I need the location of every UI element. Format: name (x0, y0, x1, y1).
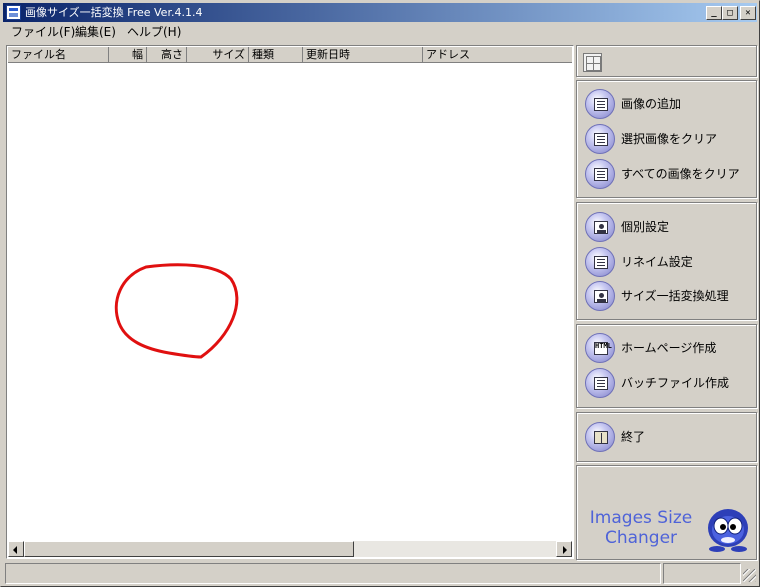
batch-file-icon (585, 368, 615, 398)
rename-settings-button[interactable]: リネイム設定 (585, 247, 753, 277)
horizontal-scrollbar[interactable] (8, 541, 572, 557)
add-image-label: 画像の追加 (621, 97, 682, 111)
add-image-icon (585, 89, 615, 119)
scroll-left-button[interactable] (8, 541, 24, 557)
status-bar (3, 563, 757, 584)
list-header: ファイル名 幅 高さ サイズ 種類 更新日時 アドレス (8, 47, 572, 63)
mascot-icon (708, 509, 748, 552)
minimize-button[interactable]: _ (706, 6, 722, 20)
homepage-create-button[interactable]: HTML ホームページ作成 (585, 333, 753, 363)
add-image-button[interactable]: 画像の追加 (585, 89, 753, 119)
column-address[interactable]: アドレス (423, 47, 572, 63)
settings-panel: 個別設定 リネイム設定 サイズ一括変換処理 (576, 202, 757, 320)
batch-file-create-button[interactable]: バッチファイル作成 (585, 368, 753, 398)
exit-door-icon (585, 422, 615, 452)
column-size[interactable]: サイズ (187, 47, 249, 63)
scroll-right-button[interactable] (556, 541, 572, 557)
title-bar[interactable]: 画像サイズ一括変換 Free Ver.4.1.4 _ □ ✕ (3, 3, 757, 22)
app-icon[interactable] (6, 5, 21, 20)
individual-settings-label: 個別設定 (621, 220, 670, 234)
status-pane-secondary (663, 563, 741, 584)
rename-settings-label: リネイム設定 (621, 255, 693, 269)
column-filename[interactable]: ファイル名 (8, 47, 109, 63)
column-height[interactable]: 高さ (147, 47, 187, 63)
status-pane-main (5, 563, 661, 584)
exit-button[interactable]: 終了 (585, 422, 753, 452)
arrow-right-icon (563, 546, 567, 554)
batch-resize-button[interactable]: サイズ一括変換処理 (585, 281, 753, 311)
logo-panel: Images Size Changer (576, 465, 757, 560)
app-window: 画像サイズ一括変換 Free Ver.4.1.4 _ □ ✕ ファイル(F) 編… (0, 0, 760, 587)
arrow-left-icon (13, 546, 17, 554)
file-list[interactable]: ファイル名 幅 高さ サイズ 種類 更新日時 アドレス (6, 45, 574, 559)
clear-selected-label: 選択画像をクリア (621, 132, 718, 146)
column-width[interactable]: 幅 (109, 47, 147, 63)
clear-all-label: すべての画像をクリア (621, 167, 740, 181)
clear-all-icon (585, 159, 615, 189)
output-panel: HTML ホームページ作成 バッチファイル作成 (576, 324, 757, 408)
html-glyph: HTML (594, 342, 612, 355)
menu-file[interactable]: ファイル(F) (11, 24, 75, 40)
view-panel (576, 45, 757, 77)
exit-label: 終了 (621, 430, 646, 444)
scroll-thumb[interactable] (24, 541, 354, 557)
logo-line-2: Changer (604, 528, 678, 548)
clear-selected-icon (585, 124, 615, 154)
image-panel: 画像の追加 選択画像をクリア すべての画像をクリア (576, 80, 757, 198)
clear-all-button[interactable]: すべての画像をクリア (585, 159, 753, 189)
logo-line-1: Images Size (589, 508, 693, 528)
rename-icon (585, 247, 615, 277)
grid-view-icon[interactable] (583, 53, 602, 72)
html-icon: HTML (585, 333, 615, 363)
individual-settings-button[interactable]: 個別設定 (585, 212, 753, 242)
homepage-create-label: ホームページ作成 (621, 341, 717, 355)
resize-grip[interactable] (743, 569, 756, 582)
batch-resize-label: サイズ一括変換処理 (621, 289, 729, 303)
column-modified[interactable]: 更新日時 (303, 47, 423, 63)
column-type[interactable]: 種類 (249, 47, 303, 63)
close-button[interactable]: ✕ (740, 6, 756, 20)
product-logo-text: Images Size Changer (581, 508, 701, 548)
exit-panel: 終了 (576, 412, 757, 462)
person-icon (585, 212, 615, 242)
maximize-button[interactable]: □ (722, 6, 738, 20)
window-title: 画像サイズ一括変換 Free Ver.4.1.4 (25, 6, 203, 19)
clear-selected-button[interactable]: 選択画像をクリア (585, 124, 753, 154)
batch-file-create-label: バッチファイル作成 (621, 376, 730, 390)
menu-bar: ファイル(F) 編集(E) ヘルプ(H) (3, 23, 757, 41)
menu-edit[interactable]: 編集(E) (75, 24, 116, 40)
batch-convert-icon (585, 281, 615, 311)
menu-help[interactable]: ヘルプ(H) (127, 24, 181, 40)
